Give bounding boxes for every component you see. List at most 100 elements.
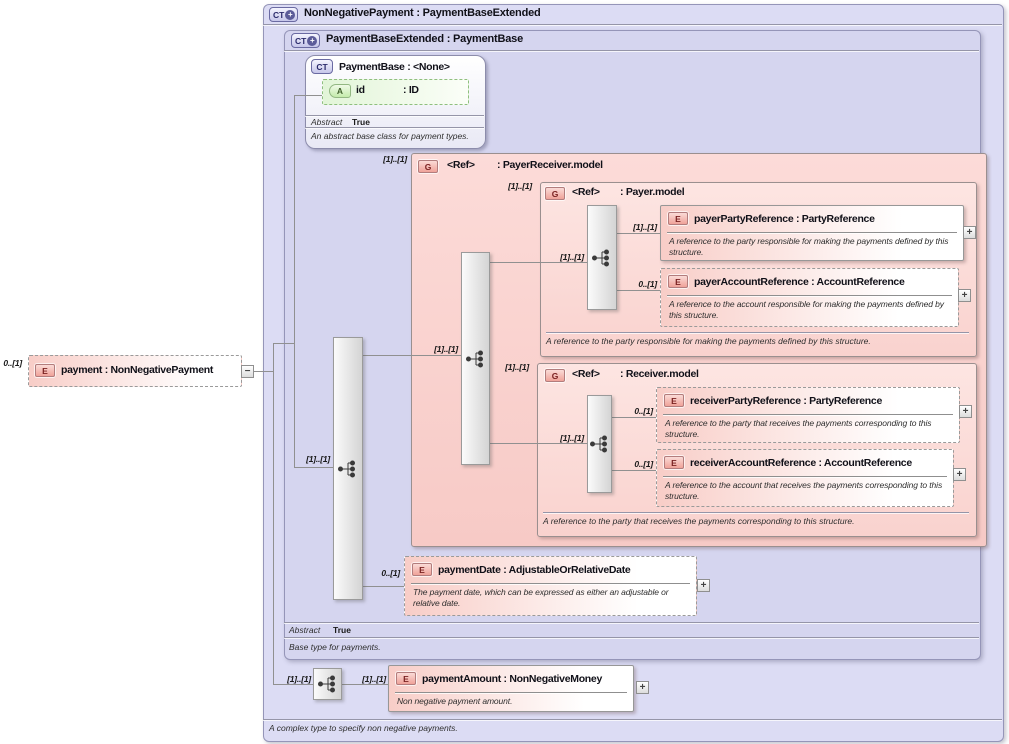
- sequence-bar-payer: [587, 205, 617, 310]
- cardinality-payeraccount: 0..[1]: [625, 279, 657, 289]
- payerpartyreference-doc: A reference to the party responsible for…: [669, 236, 957, 257]
- element-separator: [411, 583, 690, 585]
- abstract-value: True: [352, 117, 370, 127]
- element-badge-label: E: [419, 565, 425, 575]
- connector-base-to-seq: [294, 467, 333, 468]
- element-separator: [663, 476, 947, 478]
- expand-button[interactable]: +: [636, 681, 649, 694]
- element-badge-label: E: [671, 396, 677, 406]
- paymentdate-title: paymentDate : AdjustableOrRelativeDate: [438, 564, 630, 576]
- element-badge: E: [668, 275, 688, 288]
- element-separator: [667, 232, 957, 234]
- group-badge-label: G: [425, 162, 432, 172]
- group-badge: G: [418, 160, 438, 173]
- element-badge-label: E: [675, 214, 681, 224]
- complextype-badge-label: CT: [273, 10, 284, 20]
- base-type-title: PaymentBase : <None>: [339, 61, 450, 73]
- sequence-icon: [591, 249, 613, 267]
- payer-group-name: <Ref>: [572, 186, 600, 198]
- root-header-separator: [263, 24, 1002, 25]
- group-badge-label: G: [552, 189, 559, 199]
- cardinality-payerreceiver-group: [1]..[1]: [371, 154, 407, 164]
- payer-group-type: : Payer.model: [620, 186, 684, 198]
- payerpartyreference-title: payerPartyReference : PartyReference: [694, 213, 875, 225]
- cardinality-receiveraccount: 0..[1]: [621, 459, 653, 469]
- element-badge: E: [412, 563, 432, 576]
- sequence-bar-payerreceiver: [461, 252, 490, 465]
- element-box-payeraccountreference[interactable]: E payerAccountReference : AccountReferen…: [660, 268, 959, 327]
- complextype-badge-label: CT: [295, 36, 306, 46]
- connector-prseq-to-payerseq: [490, 262, 587, 263]
- payer-footer-separator: [546, 332, 969, 333]
- cardinality-extension-seq: [1]..[1]: [275, 674, 311, 684]
- receiverpartyreference-doc: A reference to the party that receives t…: [665, 418, 953, 439]
- element-badge-label: E: [403, 674, 409, 684]
- connector-spine-jog: [273, 343, 295, 344]
- extension-plus-icon: +: [307, 36, 317, 46]
- element-badge: E: [664, 456, 684, 469]
- element-box-payment[interactable]: E payment : NonNegativePayment: [28, 355, 242, 387]
- connector-to-paymentamount: [342, 684, 388, 685]
- base-type-doc: An abstract base class for payment types…: [311, 131, 469, 141]
- paymentdate-doc: The payment date, which can be expressed…: [413, 587, 690, 608]
- attribute-type: : ID: [403, 84, 419, 96]
- element-box-receiverpartyreference[interactable]: E receiverPartyReference : PartyReferenc…: [656, 387, 960, 443]
- connector-seq-to-paymentdate: [363, 586, 405, 587]
- receiver-footer-separator: [543, 512, 969, 513]
- element-badge: E: [396, 672, 416, 685]
- cardinality-payer-group: [1]..[1]: [496, 181, 532, 191]
- complextype-badge: CT+: [291, 33, 320, 48]
- payer-group-doc: A reference to the party responsible for…: [546, 336, 871, 346]
- paymentamount-doc: Non negative payment amount.: [397, 696, 627, 707]
- cardinality-payer-seq: [1]..[1]: [548, 252, 584, 262]
- cardinality-payerreceiver-seq: [1]..[1]: [422, 344, 458, 354]
- element-badge: E: [664, 394, 684, 407]
- cardinality-payerparty: [1]..[1]: [625, 222, 657, 232]
- sequence-bar-receiver: [587, 395, 612, 493]
- cardinality-receiver-group: [1]..[1]: [493, 362, 529, 372]
- connector-attribute: [294, 95, 322, 96]
- cardinality-payment: 0..[1]: [0, 358, 22, 368]
- pb-abstract-separator-top: [305, 115, 484, 116]
- expand-button[interactable]: +: [958, 289, 971, 302]
- attribute-name: id: [356, 84, 365, 96]
- expand-button[interactable]: +: [963, 226, 976, 239]
- element-separator: [395, 692, 627, 694]
- connector-receiveraccount: [612, 470, 656, 471]
- expand-button[interactable]: +: [959, 405, 972, 418]
- sequence-icon: [589, 435, 611, 453]
- group-badge: G: [545, 187, 565, 200]
- expand-button[interactable]: +: [697, 579, 710, 592]
- sequence-bar-paymentbase: [333, 337, 363, 600]
- abstract-value: True: [333, 625, 351, 635]
- element-box-paymentamount[interactable]: E paymentAmount : NonNegativeMoney Non n…: [388, 665, 634, 712]
- element-box-receiveraccountreference[interactable]: E receiverAccountReference : AccountRefe…: [656, 449, 954, 507]
- connector-spine-extension: [273, 343, 274, 685]
- schema-diagram: CT+ NonNegativePayment : PaymentBaseExte…: [0, 0, 1009, 744]
- group-badge: G: [545, 369, 565, 382]
- connector-receiverparty: [612, 417, 656, 418]
- element-box-payerpartyreference[interactable]: E payerPartyReference : PartyReference A…: [660, 205, 964, 261]
- root-type-title: NonNegativePayment : PaymentBaseExtended: [304, 7, 541, 19]
- element-badge-label: E: [42, 366, 48, 376]
- cardinality-paymentdate: 0..[1]: [368, 568, 400, 578]
- element-box-paymentdate[interactable]: E paymentDate : AdjustableOrRelativeDate…: [404, 556, 697, 616]
- receiver-group-name: <Ref>: [572, 368, 600, 380]
- expand-button[interactable]: +: [953, 468, 966, 481]
- collapse-button[interactable]: −: [241, 365, 254, 378]
- extended-type-doc: Base type for payments.: [289, 642, 381, 652]
- pb-abstract-separator-bottom: [305, 127, 484, 128]
- payeraccountreference-doc: A reference to the account responsible f…: [669, 299, 952, 320]
- pbe-abstract-separator-bottom: [284, 637, 979, 638]
- pbe-abstract-separator-top: [284, 622, 979, 623]
- group-badge-label: G: [552, 371, 559, 381]
- connector-seq-to-prseq: [363, 355, 461, 356]
- receiverpartyreference-title: receiverPartyReference : PartyReference: [690, 395, 882, 407]
- receiveraccountreference-doc: A reference to the account that receives…: [665, 480, 947, 501]
- element-badge: E: [668, 212, 688, 225]
- connector-to-extension-seq: [273, 684, 313, 685]
- receiver-group-type: : Receiver.model: [620, 368, 699, 380]
- element-separator: [667, 295, 952, 297]
- connector-payment: [254, 371, 273, 372]
- paymentamount-title: paymentAmount : NonNegativeMoney: [422, 673, 602, 685]
